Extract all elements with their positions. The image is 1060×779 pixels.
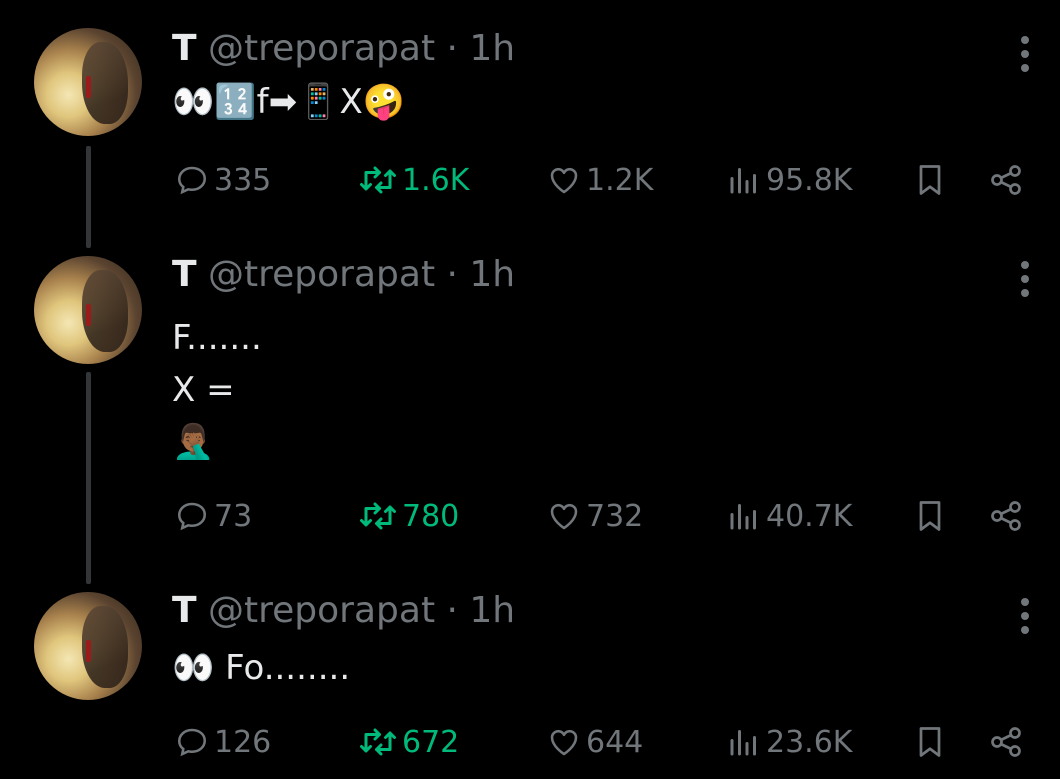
like-count: 732 [586,498,644,534]
handle[interactable]: @treporapat [208,590,435,631]
avatar[interactable] [34,592,142,700]
heart-icon [550,503,578,530]
timestamp[interactable]: · 1h [447,254,516,295]
share-button[interactable] [988,720,1024,764]
timestamp[interactable]: · 1h [447,590,516,631]
like-count: 1.2K [586,162,654,198]
like-button[interactable]: 644 [546,720,643,764]
reply-button[interactable]: 126 [174,720,271,764]
repost-count: 1.6K [402,162,470,198]
share-button[interactable] [988,494,1024,538]
repost-count: 672 [402,724,460,760]
handle[interactable]: @treporapat [208,254,435,295]
thread-line [86,372,91,584]
like-button[interactable]: 1.2K [546,158,653,202]
share-icon [991,165,1021,195]
views-button[interactable]: 23.6K [726,720,852,764]
view-count: 23.6K [766,724,853,760]
tweet-header: T @treporapat · 1h [172,28,515,69]
like-count: 644 [586,724,644,760]
tweet[interactable]: T @treporapat · 1h 👀🔢f➡📱X🤪 335 1.6K 1.2K… [0,0,1060,235]
reply-button[interactable]: 73 [174,494,252,538]
view-count: 95.8K [766,162,853,198]
tweet-text-line: X = [172,370,235,410]
more-icon[interactable] [1018,598,1032,638]
share-icon [991,727,1021,757]
repost-button[interactable]: 1.6K [358,158,469,202]
bookmark-icon [919,727,941,757]
views-icon [730,168,756,194]
tweet-actions: 73 780 732 40.7K [0,494,1060,538]
share-icon [991,501,1021,531]
display-name[interactable]: T [172,254,197,295]
display-name[interactable]: T [172,28,197,69]
views-button[interactable]: 95.8K [726,158,852,202]
tweet[interactable]: T @treporapat · 1h 👀 Fo........ 126 672 … [0,0,1060,760]
tweet-actions: 335 1.6K 1.2K 95.8K [0,158,1060,202]
reply-count: 73 [214,498,253,534]
heart-icon [550,167,578,194]
bookmark-icon [919,165,941,195]
reply-icon [177,502,207,531]
views-button[interactable]: 40.7K [726,494,852,538]
view-count: 40.7K [766,498,853,534]
tweet-actions: 126 672 644 23.6K [0,720,1060,764]
repost-icon [360,166,396,194]
tweet-text: 👀🔢f➡📱X🤪 [172,82,406,122]
display-name[interactable]: T [172,590,197,631]
tweet-text-line: 🤦🏾‍♂️ [172,422,215,462]
avatar[interactable] [34,28,142,136]
reply-button[interactable]: 335 [174,158,271,202]
bookmark-button[interactable] [912,158,948,202]
like-button[interactable]: 732 [546,494,643,538]
reply-count: 126 [214,724,272,760]
handle[interactable]: @treporapat [208,28,435,69]
bookmark-button[interactable] [912,720,948,764]
tweet-text-line: F....... [172,318,262,358]
timestamp[interactable]: · 1h [447,28,516,69]
repost-button[interactable]: 672 [358,720,459,764]
share-button[interactable] [988,158,1024,202]
repost-button[interactable]: 780 [358,494,459,538]
repost-icon [360,728,396,756]
tweet-text: 👀 Fo........ [172,648,351,688]
reply-icon [177,166,207,195]
repost-count: 780 [402,498,460,534]
views-icon [730,730,756,756]
more-icon[interactable] [1018,261,1032,301]
repost-icon [360,502,396,530]
bookmark-icon [919,501,941,531]
bookmark-button[interactable] [912,494,948,538]
tweet-header: T @treporapat · 1h [172,590,515,631]
reply-count: 335 [214,162,272,198]
tweet-header: T @treporapat · 1h [172,254,515,295]
views-icon [730,504,756,530]
heart-icon [550,729,578,756]
more-icon[interactable] [1018,36,1032,76]
avatar[interactable] [34,256,142,364]
reply-icon [177,728,207,757]
